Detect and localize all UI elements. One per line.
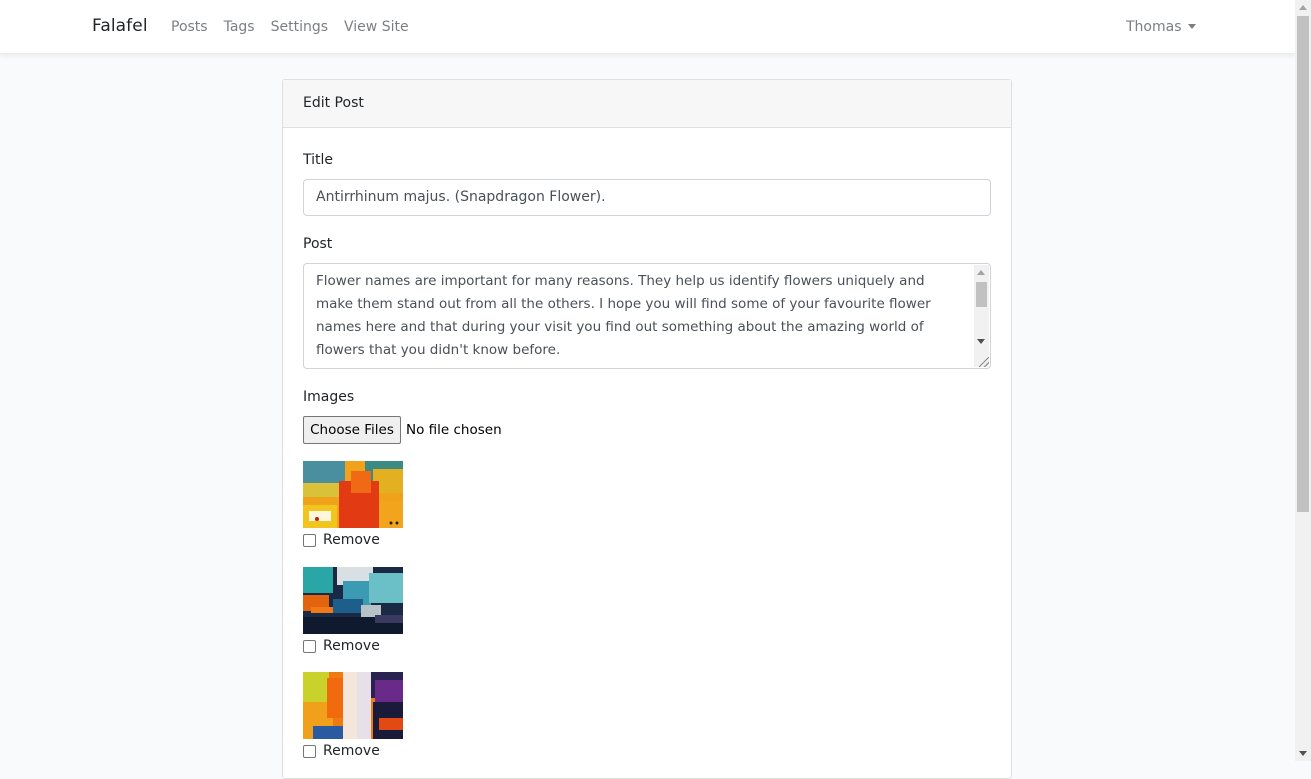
nav-link-tags[interactable]: Tags bbox=[224, 19, 255, 35]
post-text: Flower names are important for many reas… bbox=[316, 273, 931, 358]
edit-post-card: Edit Post Title Antirrhinum majus. (Snap… bbox=[282, 79, 1012, 779]
user-name: Thomas bbox=[1126, 19, 1182, 35]
image-thumbnail bbox=[303, 672, 403, 739]
no-file-status: No file chosen bbox=[406, 422, 502, 438]
textarea-scrollbar[interactable] bbox=[974, 265, 989, 367]
title-label: Title bbox=[303, 152, 334, 168]
scroll-down-arrow-icon[interactable] bbox=[977, 339, 985, 344]
remove-image-row: Remove bbox=[303, 638, 380, 654]
choose-files-button[interactable]: Choose Files bbox=[303, 416, 401, 444]
post-label: Post bbox=[303, 236, 333, 252]
remove-checkbox[interactable] bbox=[303, 744, 316, 758]
abstract-painting-image bbox=[303, 567, 403, 634]
scroll-down-arrow-icon[interactable] bbox=[1299, 751, 1307, 756]
page-scrollbar[interactable] bbox=[1295, 0, 1311, 761]
resize-grip-icon[interactable] bbox=[979, 357, 989, 367]
remove-checkbox[interactable] bbox=[303, 533, 316, 547]
abstract-painting-image bbox=[303, 672, 403, 739]
remove-label: Remove bbox=[323, 532, 380, 548]
title-input[interactable]: Antirrhinum majus. (Snapdragon Flower). bbox=[303, 179, 991, 216]
post-textarea[interactable]: Flower names are important for many reas… bbox=[303, 263, 991, 369]
caret-down-icon bbox=[1187, 23, 1196, 29]
top-navbar: Falafel Posts Tags Settings View Site Th… bbox=[0, 0, 1295, 54]
image-thumbnail bbox=[303, 461, 403, 528]
nav-link-view-site[interactable]: View Site bbox=[344, 19, 409, 35]
nav-link-posts[interactable]: Posts bbox=[171, 19, 208, 35]
nav-link-settings[interactable]: Settings bbox=[271, 19, 328, 35]
remove-label: Remove bbox=[323, 743, 380, 759]
textarea-scroll-thumb[interactable] bbox=[976, 282, 987, 307]
remove-label: Remove bbox=[323, 638, 380, 654]
page-scroll-thumb[interactable] bbox=[1297, 16, 1309, 512]
scroll-up-arrow-icon[interactable] bbox=[977, 270, 985, 275]
images-label: Images bbox=[303, 389, 355, 405]
user-menu-dropdown[interactable]: Thomas bbox=[1126, 19, 1196, 35]
abstract-painting-image bbox=[303, 461, 403, 528]
scroll-up-arrow-icon[interactable] bbox=[1299, 5, 1307, 10]
image-thumbnail bbox=[303, 567, 403, 634]
brand-logo[interactable]: Falafel bbox=[92, 16, 148, 36]
nav-links: Posts Tags Settings View Site bbox=[171, 19, 425, 35]
remove-checkbox[interactable] bbox=[303, 639, 316, 653]
card-header: Edit Post bbox=[283, 80, 1011, 128]
remove-image-row: Remove bbox=[303, 743, 380, 759]
file-input: Choose Files No file chosen bbox=[303, 416, 502, 444]
remove-image-row: Remove bbox=[303, 532, 380, 548]
